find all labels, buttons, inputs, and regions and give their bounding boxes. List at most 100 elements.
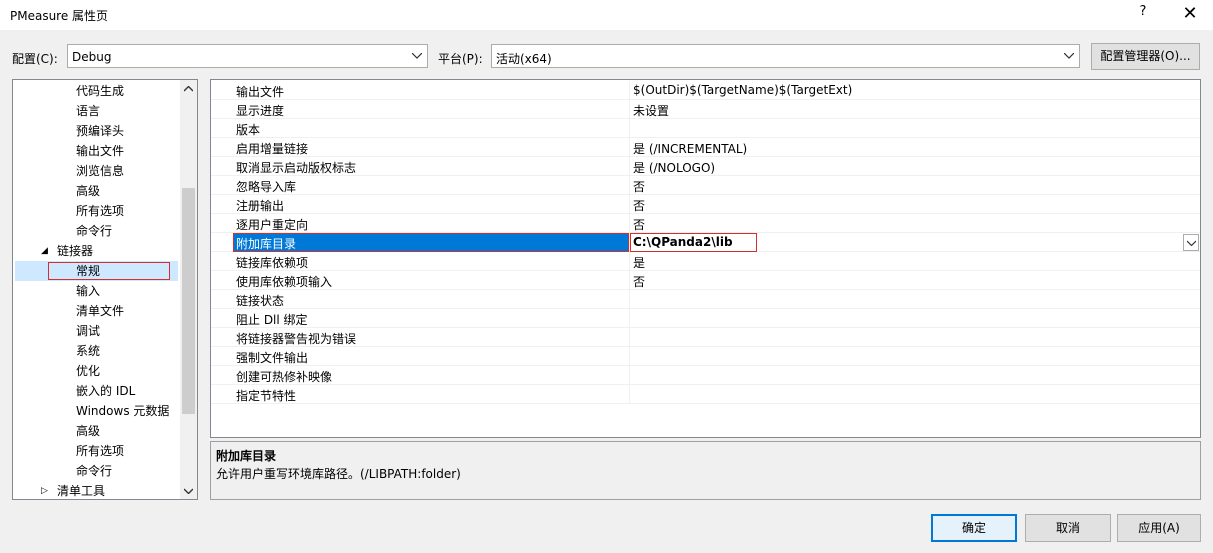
grid-row[interactable]: 链接库依赖项 是 <box>211 252 1200 271</box>
property-value: 否 <box>633 180 646 194</box>
tree-item[interactable]: 命令行 <box>76 221 112 241</box>
property-name: 注册输出 <box>236 199 285 213</box>
tree-item[interactable]: 浏览信息 <box>76 161 124 181</box>
grid-row[interactable]: 链接状态 <box>211 290 1200 309</box>
property-name: 创建可热修补映像 <box>236 370 333 384</box>
tree-item[interactable]: 代码生成 <box>76 81 124 101</box>
property-name: 阻止 Dll 绑定 <box>236 313 308 327</box>
column-separator <box>629 195 630 214</box>
grid-row[interactable]: 指定节特性 <box>211 385 1200 404</box>
property-name: 输出文件 <box>236 85 285 99</box>
property-value: 未设置 <box>633 104 670 118</box>
config-dropdown[interactable]: Debug <box>67 44 428 68</box>
ok-button[interactable]: 确定 <box>931 514 1017 542</box>
property-name: 链接状态 <box>236 294 285 308</box>
property-name: 启用增量链接 <box>236 142 309 156</box>
column-separator <box>629 138 630 157</box>
tree-item[interactable]: 清单工具 <box>57 481 105 499</box>
property-value: 是 (/NOLOGO) <box>633 161 716 175</box>
property-name: 显示进度 <box>236 104 285 118</box>
grid-row[interactable]: 附加库目录 C:\QPanda2\lib <box>211 233 1200 252</box>
property-name: 强制文件输出 <box>236 351 309 365</box>
platform-value: 活动(x64) <box>496 52 552 66</box>
property-value: 否 <box>633 275 646 289</box>
column-separator <box>629 176 630 195</box>
property-name: 链接库依赖项 <box>236 256 309 270</box>
expanded-triangle-icon[interactable]: ◢ <box>41 246 51 256</box>
property-grid: 输出文件 $(OutDir)$(TargetName)$(TargetExt) 显示… <box>210 79 1201 438</box>
tree-item[interactable]: 嵌入的 IDL <box>76 381 135 401</box>
grid-row[interactable]: 创建可热修补映像 <box>211 366 1200 385</box>
property-value[interactable]: C:\QPanda2\lib <box>633 235 733 249</box>
tree-item[interactable]: 所有选项 <box>76 441 124 461</box>
column-separator <box>629 366 630 385</box>
description-title: 附加库目录 <box>216 449 277 463</box>
grid-row[interactable]: 忽略导入库 否 <box>211 176 1200 195</box>
column-separator <box>629 100 630 119</box>
platform-dropdown[interactable]: 活动(x64) <box>491 44 1080 68</box>
scroll-down-icon[interactable] <box>180 482 197 499</box>
property-name: 逐用户重定向 <box>236 218 309 232</box>
tree-item[interactable]: 高级 <box>76 181 100 201</box>
tree-item[interactable]: 调试 <box>76 321 100 341</box>
grid-row[interactable]: 使用库依赖项输入 否 <box>211 271 1200 290</box>
property-name: 指定节特性 <box>236 389 297 403</box>
tree-item[interactable]: Windows 元数据 <box>76 401 169 421</box>
grid-row[interactable]: 启用增量链接 是 (/INCREMENTAL) <box>211 138 1200 157</box>
grid-row[interactable]: 逐用户重定向 否 <box>211 214 1200 233</box>
property-name: 将链接器警告视为错误 <box>236 332 357 346</box>
tree-item[interactable]: 语言 <box>76 101 100 121</box>
cancel-button[interactable]: 取消 <box>1025 514 1111 542</box>
grid-row[interactable]: 注册输出 否 <box>211 195 1200 214</box>
chevron-down-icon[interactable] <box>1183 234 1199 251</box>
property-value: 否 <box>633 218 646 232</box>
column-separator <box>629 385 630 404</box>
property-name: 版本 <box>236 123 261 137</box>
property-value: $(OutDir)$(TargetName)$(TargetExt) <box>633 83 853 97</box>
grid-row[interactable]: 输出文件 $(OutDir)$(TargetName)$(TargetExt) <box>211 81 1200 100</box>
tree-item[interactable]: 输出文件 <box>76 141 124 161</box>
property-value: 是 (/INCREMENTAL) <box>633 142 748 156</box>
grid-row[interactable]: 版本 <box>211 119 1200 138</box>
tree-item[interactable]: 优化 <box>76 361 100 381</box>
scroll-up-icon[interactable] <box>180 80 197 97</box>
config-value: Debug <box>72 50 112 64</box>
title-bar: PMeasure 属性页 ? ✕ <box>0 0 1213 30</box>
close-button[interactable]: ✕ <box>1178 3 1202 25</box>
column-separator <box>629 119 630 138</box>
tree-item[interactable]: 清单文件 <box>76 301 124 321</box>
tree-scrollbar[interactable] <box>180 80 197 499</box>
chevron-down-icon <box>1059 45 1079 67</box>
config-manager-button[interactable]: 配置管理器(O)... <box>1091 43 1200 70</box>
tree-item[interactable]: 链接器 <box>57 241 93 261</box>
grid-row[interactable]: 取消显示启动版权标志 是 (/NOLOGO) <box>211 157 1200 176</box>
grid-row[interactable]: 显示进度 未设置 <box>211 100 1200 119</box>
grid-row[interactable]: 将链接器警告视为错误 <box>211 328 1200 347</box>
tree-item[interactable]: 命令行 <box>76 461 112 481</box>
property-tree: 代码生成 语言 预编译头 输出文件 浏览信息 高级 所有选项 命令行 ◢ 链接器 常规 输入 清单文件调… <box>12 79 198 500</box>
grid-row[interactable]: 阻止 Dll 绑定 <box>211 309 1200 328</box>
property-name: 取消显示启动版权标志 <box>236 161 357 175</box>
column-separator <box>629 347 630 366</box>
grid-row[interactable]: 强制文件输出 <box>211 347 1200 366</box>
config-label: 配置(C): <box>12 52 58 66</box>
column-separator <box>629 309 630 328</box>
column-separator <box>629 81 630 100</box>
tree-item[interactable]: 预编译头 <box>76 121 124 141</box>
tree-item[interactable]: 系统 <box>76 341 100 361</box>
collapsed-triangle-icon[interactable]: ▷ <box>41 486 51 496</box>
tree-item[interactable]: 输入 <box>76 281 100 301</box>
apply-button[interactable]: 应用(A) <box>1117 514 1201 542</box>
tree-item[interactable]: 所有选项 <box>76 201 124 221</box>
tree-highlight-box <box>48 262 170 280</box>
property-value: 否 <box>633 199 646 213</box>
column-separator <box>629 290 630 309</box>
scroll-thumb[interactable] <box>182 188 195 414</box>
column-separator <box>629 252 630 271</box>
column-separator <box>629 271 630 290</box>
column-separator <box>629 157 630 176</box>
tree-item[interactable]: 常规 <box>76 261 100 281</box>
tree-item[interactable]: 高级 <box>76 421 100 441</box>
column-separator <box>629 214 630 233</box>
help-button[interactable]: ? <box>1135 4 1151 24</box>
